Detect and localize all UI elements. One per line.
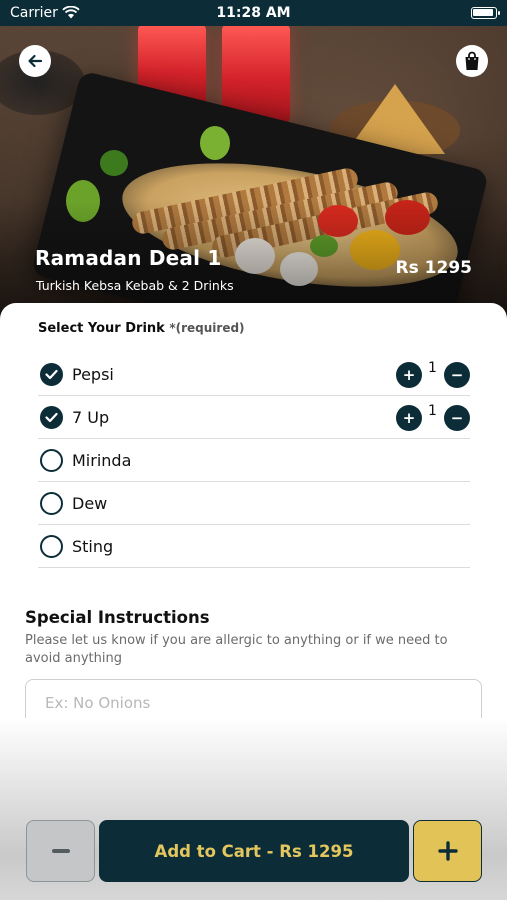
battery-icon bbox=[471, 7, 497, 19]
plus-icon: + bbox=[402, 409, 416, 427]
status-bar: Carrier 11:28 AM bbox=[0, 0, 507, 26]
decrease-item-button[interactable] bbox=[26, 820, 95, 882]
checkbox-checked[interactable] bbox=[40, 363, 63, 386]
plus-icon: + bbox=[402, 366, 416, 384]
drink-option-pepsi[interactable]: Pepsi + 1 − bbox=[38, 353, 470, 396]
add-to-cart-button[interactable]: Add to Cart - Rs 1295 bbox=[99, 820, 409, 882]
checkbox-unchecked[interactable] bbox=[40, 449, 63, 472]
hero-vegetable bbox=[200, 126, 230, 160]
drink-name: Dew bbox=[72, 494, 108, 513]
deal-subtitle: Turkish Kebsa Kebab & 2 Drinks bbox=[36, 278, 234, 293]
back-arrow-icon bbox=[28, 54, 43, 68]
drink-name: Sting bbox=[72, 537, 114, 556]
back-button[interactable] bbox=[19, 45, 51, 77]
drink-section-header: Select Your Drink *(required) bbox=[38, 321, 245, 336]
drink-name: Mirinda bbox=[72, 451, 132, 470]
increase-qty-button[interactable]: + bbox=[396, 405, 422, 431]
check-icon bbox=[45, 369, 58, 380]
special-instructions-title: Special Instructions bbox=[25, 608, 210, 627]
checkbox-checked[interactable] bbox=[40, 406, 63, 429]
plus-icon bbox=[437, 841, 458, 861]
minus-icon: − bbox=[450, 409, 464, 427]
drink-option-7up[interactable]: 7 Up + 1 − bbox=[38, 396, 470, 439]
hero-vegetable bbox=[100, 150, 128, 176]
required-label: *(required) bbox=[169, 321, 245, 335]
decrease-qty-button[interactable]: − bbox=[444, 405, 470, 431]
decrease-qty-button[interactable]: − bbox=[444, 362, 470, 388]
check-icon bbox=[45, 412, 58, 423]
status-time: 11:28 AM bbox=[216, 5, 291, 21]
drink-name: 7 Up bbox=[72, 408, 110, 427]
shopping-bag-icon bbox=[465, 51, 479, 70]
checkbox-unchecked[interactable] bbox=[40, 492, 63, 515]
drink-option-dew[interactable]: Dew bbox=[38, 482, 470, 525]
deal-title: Ramadan Deal 1 bbox=[35, 246, 222, 270]
increase-item-button[interactable] bbox=[413, 820, 482, 882]
hero-image: Ramadan Deal 1 Turkish Kebsa Kebab & 2 D… bbox=[0, 0, 507, 330]
drink-section-title: Select Your Drink bbox=[38, 321, 165, 336]
battery-nub bbox=[498, 11, 500, 15]
drink-quantity: 1 bbox=[428, 360, 437, 376]
cart-button[interactable] bbox=[456, 45, 488, 77]
minus-icon: − bbox=[450, 366, 464, 384]
drink-quantity: 1 bbox=[428, 403, 437, 419]
drink-option-sting[interactable]: Sting bbox=[38, 525, 470, 568]
increase-qty-button[interactable]: + bbox=[396, 362, 422, 388]
checkbox-unchecked[interactable] bbox=[40, 535, 63, 558]
drink-option-mirinda[interactable]: Mirinda bbox=[38, 439, 470, 482]
deal-price: Rs 1295 bbox=[395, 258, 472, 278]
special-instructions-description: Please let us know if you are allergic t… bbox=[25, 633, 448, 666]
drink-name: Pepsi bbox=[72, 365, 114, 384]
minus-icon bbox=[51, 849, 70, 853]
